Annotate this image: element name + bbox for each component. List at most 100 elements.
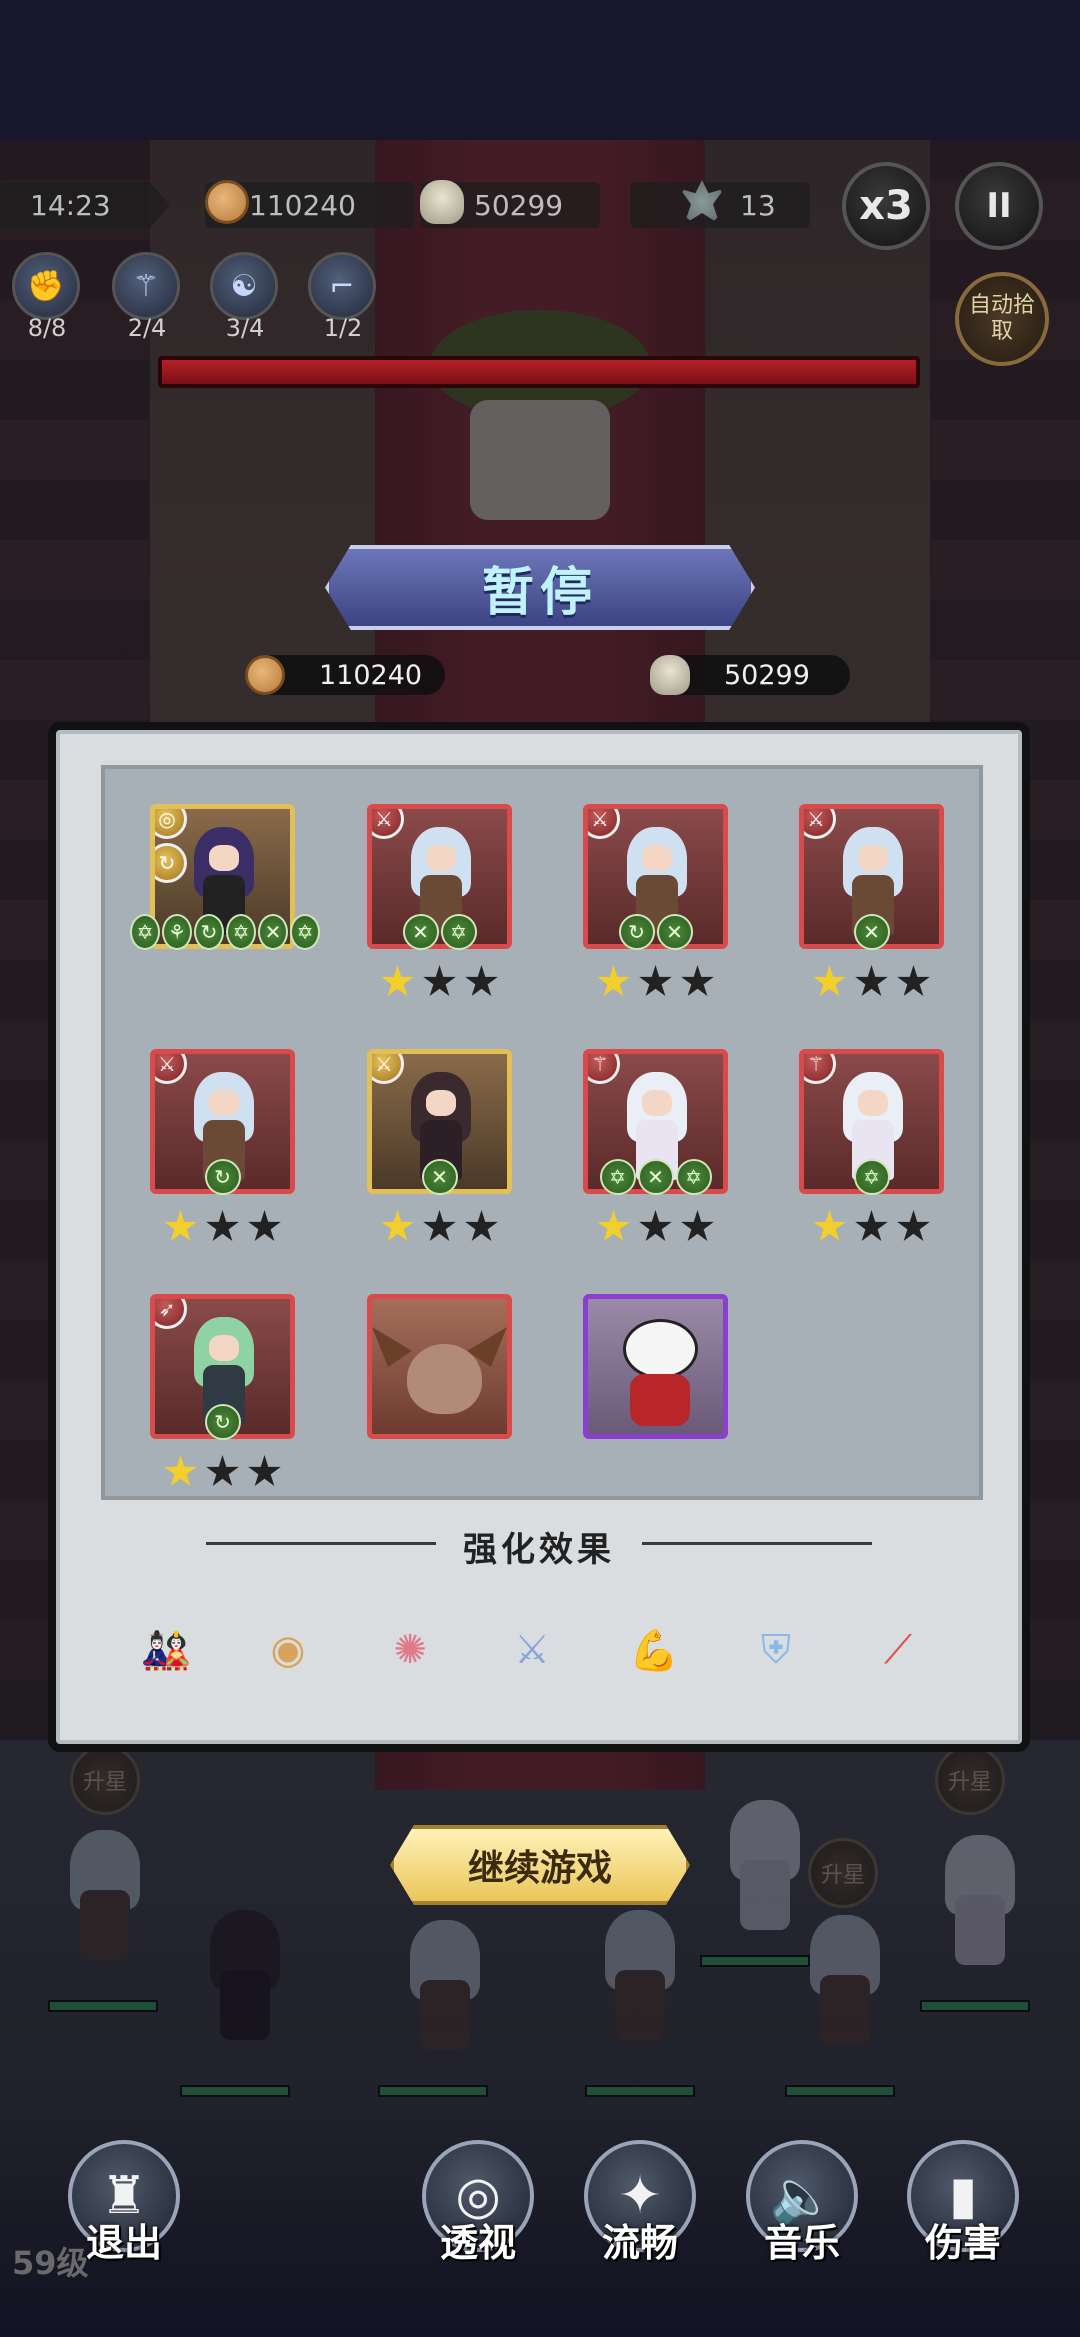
music-button[interactable]: 🔈 音乐 bbox=[742, 2140, 862, 2290]
pause-button[interactable]: II bbox=[955, 162, 1043, 250]
star-icon bbox=[381, 965, 414, 996]
hero-slot-hooded-reaper[interactable]: ⚔ ✕ bbox=[367, 1049, 512, 1244]
pause-panel: ◎ ↻ ✡ ⚘ ↻ ✡ ✕ ✡ ⚔ ✕ ✡ ⚔ ↻ ✕ ⚔ ✕ ⚔ ↻ ⚔ ✕ ⚚ ✡ ✕ ✡ ⚚ ✡ ➶ ↻ 强化效果 🎎 ◉ ✺ ⚔ 💪 ⛨… bbox=[48, 722, 1030, 1752]
star-icon bbox=[855, 965, 888, 996]
auto-pickup-button[interactable]: 自动拾取 bbox=[955, 272, 1049, 366]
dagger-class-icon: ⚔ bbox=[372, 809, 404, 839]
hero-slot-valkyrie[interactable]: ⚔ ↻ bbox=[150, 1049, 295, 1244]
blob-sprite bbox=[407, 1344, 482, 1414]
coin-icon bbox=[245, 655, 285, 695]
swirl-rune-icon: ↻ bbox=[204, 1404, 241, 1440]
cross-rune-icon: ✕ bbox=[402, 914, 439, 950]
muscle-icon[interactable]: 💪 bbox=[614, 1610, 694, 1690]
star-icon bbox=[423, 1210, 456, 1241]
shield-icon[interactable]: ⛨ bbox=[736, 1610, 816, 1690]
skull-icon bbox=[420, 180, 464, 224]
marionette-icon[interactable]: 🎎 bbox=[126, 1610, 206, 1690]
star-rating bbox=[583, 965, 728, 999]
coin-icon[interactable]: ◉ bbox=[248, 1610, 328, 1690]
pause-icon: II bbox=[986, 186, 1012, 226]
star-icon bbox=[639, 965, 672, 996]
panda-sprite bbox=[618, 1319, 703, 1429]
hero-portrait bbox=[583, 1294, 728, 1439]
star-icon bbox=[248, 1455, 281, 1486]
star-rune-icon: ✡ bbox=[440, 914, 477, 950]
star-rating bbox=[799, 965, 944, 999]
fireworks-icon[interactable]: ✺ bbox=[370, 1610, 450, 1690]
staff-class-icon: ⚚ bbox=[804, 1054, 836, 1084]
rune-row: ↻ bbox=[150, 1404, 295, 1440]
rune-row: ↻ ✕ bbox=[583, 914, 728, 950]
star-icon bbox=[813, 1210, 846, 1241]
star-icon bbox=[164, 1455, 197, 1486]
cross-rune-icon: ✕ bbox=[421, 1159, 458, 1195]
star-icon bbox=[597, 965, 630, 996]
hero-slot-priestess[interactable]: ⚚ ✡ bbox=[799, 1049, 944, 1244]
skill-slot-fist: ✊ 8/8 bbox=[12, 252, 82, 342]
hero-slot-sniper[interactable]: ➶ ↻ bbox=[150, 1294, 295, 1489]
swirl-rune-icon: ↻ bbox=[204, 1159, 241, 1195]
star-icon bbox=[164, 1210, 197, 1241]
swirl-class-icon: ↻ bbox=[155, 843, 187, 883]
player-level: 59级 bbox=[12, 2244, 89, 2282]
skill-slot-gun: ⌐ 1/2 bbox=[308, 252, 378, 342]
star-rating bbox=[799, 1210, 944, 1244]
cross-rune-icon: ✕ bbox=[258, 914, 288, 950]
damage-stats-button[interactable]: ▮ 伤害 bbox=[903, 2140, 1023, 2290]
hero-slot-priestess[interactable]: ⚚ ✡ ✕ ✡ bbox=[583, 1049, 728, 1244]
cross-rune-icon: ✕ bbox=[656, 914, 693, 950]
star-rune-icon: ✡ bbox=[599, 1159, 636, 1195]
slash-icon[interactable]: ⟋ bbox=[858, 1610, 938, 1690]
dagger-class-icon: ⚔ bbox=[804, 809, 836, 839]
hero-slot-panda[interactable] bbox=[583, 1294, 728, 1439]
continue-game-button[interactable]: 继续游戏 bbox=[390, 1825, 690, 1905]
hero-slot-valkyrie[interactable]: ⚔ ✕ bbox=[799, 804, 944, 999]
star-icon bbox=[206, 1210, 239, 1241]
star-rune-icon: ✡ bbox=[226, 914, 256, 950]
rune-row: ✡ ✕ ✡ bbox=[583, 1159, 728, 1195]
effects-section-header: 强化效果 bbox=[56, 1522, 1022, 1571]
vortex-icon: ☯ bbox=[210, 252, 278, 320]
skill-slot-staff: ⚚ 2/4 bbox=[112, 252, 182, 342]
swirl-rune-icon: ↻ bbox=[618, 914, 655, 950]
cross-rune-icon: ✕ bbox=[853, 914, 890, 950]
star-icon bbox=[465, 1210, 498, 1241]
effects-list[interactable]: 🎎◉✺⚔💪⛨⟋➳ bbox=[126, 1610, 976, 1720]
sword-icon[interactable]: ⚔ bbox=[492, 1610, 572, 1690]
staff-class-icon: ⚚ bbox=[588, 1054, 620, 1084]
rune-row: ✡ bbox=[799, 1159, 944, 1195]
star-icon bbox=[465, 965, 498, 996]
star-rating bbox=[583, 1210, 728, 1244]
star-icon bbox=[813, 965, 846, 996]
run-coin-total: 110240 bbox=[245, 655, 445, 695]
dagger-class-icon: ⚔ bbox=[372, 1054, 404, 1084]
hero-slot-queen[interactable]: ◎ ↻ ✡ ⚘ ↻ ✡ ✕ ✡ bbox=[130, 804, 320, 950]
star-icon bbox=[423, 965, 456, 996]
xray-button[interactable]: ◎ 透视 bbox=[418, 2140, 538, 2290]
hero-portrait bbox=[367, 1294, 512, 1439]
boss-health-bar bbox=[158, 356, 920, 388]
star-icon bbox=[597, 1210, 630, 1241]
dagger-class-icon: ⚔ bbox=[588, 809, 620, 839]
ring-class-icon: ◎ bbox=[155, 809, 187, 839]
gun-icon: ⌐ bbox=[308, 252, 376, 320]
hero-slot-valkyrie[interactable]: ⚔ ↻ ✕ bbox=[583, 804, 728, 999]
smooth-button[interactable]: ✦ 流畅 bbox=[580, 2140, 700, 2290]
star-rating bbox=[150, 1210, 295, 1244]
swirl-rune-icon: ↻ bbox=[194, 914, 224, 950]
speed-button[interactable]: x3 bbox=[842, 162, 930, 250]
rune-row: ✡ ⚘ ↻ ✡ ✕ ✡ bbox=[130, 914, 320, 950]
star-rating bbox=[150, 1455, 295, 1489]
cross-rune-icon: ✕ bbox=[637, 1159, 674, 1195]
hero-slot-winged-blob[interactable] bbox=[367, 1294, 512, 1439]
star-icon bbox=[639, 1210, 672, 1241]
rune-row: ✕ ✡ bbox=[367, 914, 512, 950]
star-icon bbox=[248, 1210, 281, 1241]
hero-slot-valkyrie[interactable]: ⚔ ✕ ✡ bbox=[367, 804, 512, 999]
coin-counter: 110240 bbox=[205, 180, 415, 228]
game-timer: 14:23 bbox=[0, 182, 170, 228]
star-rune-icon: ✡ bbox=[853, 1159, 890, 1195]
star-icon bbox=[681, 1210, 714, 1241]
skill-slot-vortex: ☯ 3/4 bbox=[210, 252, 280, 342]
star-icon bbox=[897, 1210, 930, 1241]
